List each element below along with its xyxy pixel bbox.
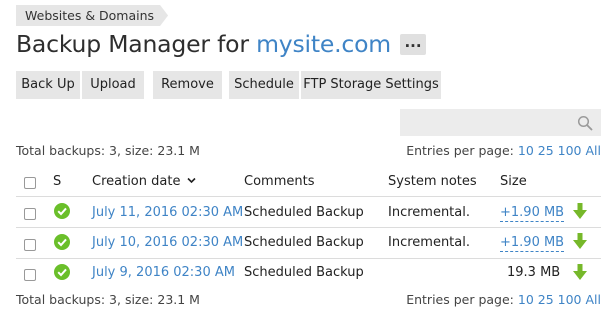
backup-size: 19.3 MB bbox=[507, 265, 561, 280]
upload-button[interactable]: Upload bbox=[82, 71, 144, 99]
schedule-button[interactable]: Schedule bbox=[229, 71, 299, 99]
backup-size-link[interactable]: +1.90 MB bbox=[500, 205, 565, 222]
more-actions-button[interactable]: ... bbox=[400, 33, 426, 55]
site-name-link[interactable]: mysite.com bbox=[256, 30, 391, 58]
entries-option-10[interactable]: 10 bbox=[518, 143, 534, 158]
entries-option-100[interactable]: 100 bbox=[558, 143, 582, 158]
breadcrumb[interactable]: Websites & Domains bbox=[16, 5, 168, 26]
row-divider bbox=[16, 227, 601, 228]
select-all-checkbox[interactable] bbox=[24, 177, 36, 189]
entries-per-page-label: Entries per page: bbox=[406, 143, 514, 158]
page-title: Backup Manager for mysite.com bbox=[16, 30, 391, 58]
entries-per-page-label: Entries per page: bbox=[406, 292, 514, 307]
entries-option-25[interactable]: 25 bbox=[538, 143, 554, 158]
page-title-prefix: Backup Manager for bbox=[16, 30, 249, 58]
row-divider bbox=[16, 258, 601, 259]
row-checkbox[interactable] bbox=[24, 239, 36, 251]
backup-button[interactable]: Back Up bbox=[16, 71, 80, 99]
download-icon[interactable] bbox=[573, 264, 587, 280]
backup-comment: Scheduled Backup bbox=[244, 235, 364, 250]
backup-system-notes: Incremental. bbox=[388, 205, 470, 220]
entries-option-all[interactable]: All bbox=[586, 292, 602, 307]
column-header-status: S bbox=[53, 174, 62, 189]
download-icon[interactable] bbox=[573, 203, 587, 219]
remove-button[interactable]: Remove bbox=[153, 71, 222, 99]
search-icon[interactable] bbox=[577, 115, 593, 131]
backup-date-link[interactable]: July 9, 2016 02:30 AM bbox=[92, 265, 235, 280]
entries-option-25[interactable]: 25 bbox=[538, 292, 554, 307]
column-header-creation-date-label: Creation date bbox=[92, 174, 181, 189]
ok-status-icon bbox=[54, 234, 70, 250]
ftp-storage-settings-button[interactable]: FTP Storage Settings bbox=[301, 71, 441, 99]
column-header-size: Size bbox=[500, 174, 527, 189]
backup-summary: Total backups: 3, size: 23.1 M bbox=[16, 143, 200, 158]
entries-option-all[interactable]: All bbox=[586, 143, 602, 158]
header-divider bbox=[16, 196, 601, 197]
sort-descending-icon bbox=[187, 177, 196, 184]
backup-comment: Scheduled Backup bbox=[244, 265, 364, 280]
column-header-creation-date[interactable]: Creation date bbox=[92, 174, 196, 189]
row-checkbox[interactable] bbox=[24, 208, 36, 220]
row-checkbox[interactable] bbox=[24, 269, 36, 281]
download-icon[interactable] bbox=[573, 233, 587, 249]
column-header-system-notes: System notes bbox=[388, 174, 477, 189]
backup-size-link[interactable]: +1.90 MB bbox=[500, 235, 565, 252]
entries-option-10[interactable]: 10 bbox=[518, 292, 534, 307]
backup-system-notes: Incremental. bbox=[388, 235, 470, 250]
ok-status-icon bbox=[54, 203, 70, 219]
backup-date-link[interactable]: July 10, 2016 02:30 AM bbox=[92, 235, 243, 250]
backup-comment: Scheduled Backup bbox=[244, 205, 364, 220]
entries-per-page-footer: Entries per page: 10 25 100 All bbox=[406, 292, 601, 307]
page-title-row: Backup Manager for mysite.com ... bbox=[16, 30, 426, 58]
entries-per-page: Entries per page: 10 25 100 All bbox=[406, 143, 601, 158]
column-header-comments: Comments bbox=[244, 174, 315, 189]
entries-option-100[interactable]: 100 bbox=[558, 292, 582, 307]
backup-date-link[interactable]: July 11, 2016 02:30 AM bbox=[92, 205, 243, 220]
backup-summary-footer: Total backups: 3, size: 23.1 M bbox=[16, 292, 200, 307]
ok-status-icon bbox=[54, 264, 70, 280]
search-input[interactable] bbox=[400, 109, 601, 136]
